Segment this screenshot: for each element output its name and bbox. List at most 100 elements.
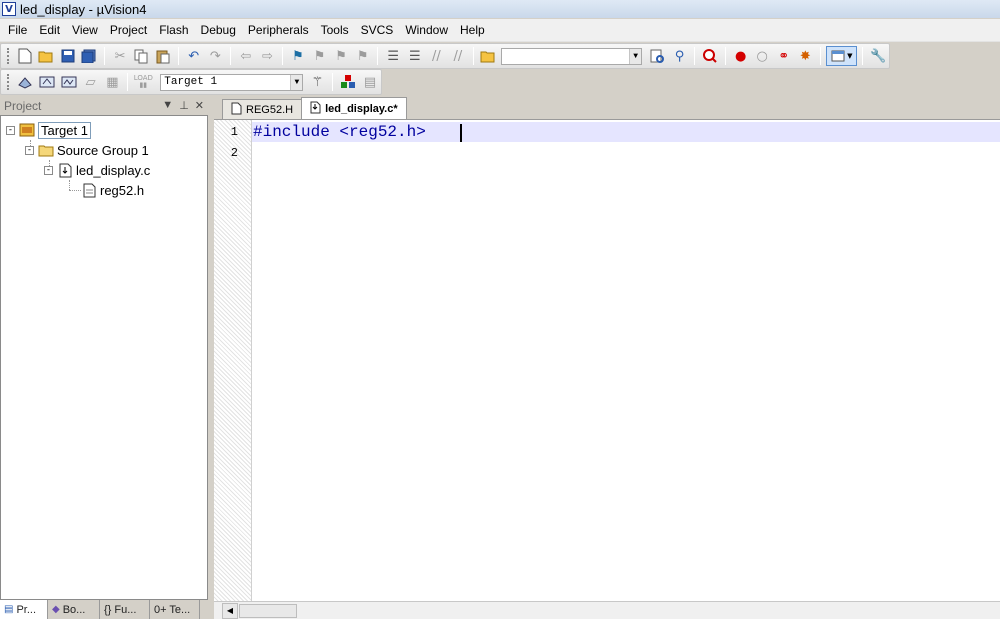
navigate-back-icon[interactable]: ⇦ [236, 46, 256, 66]
save-all-icon[interactable] [80, 46, 100, 66]
tree-connector [69, 190, 81, 191]
incremental-find-icon[interactable]: ⚲ [670, 46, 690, 66]
project-panel-header: Project ▼ ⊥ ✕ [0, 97, 208, 114]
find-in-files-icon[interactable] [479, 46, 499, 66]
menu-project[interactable]: Project [104, 19, 153, 42]
paste-icon[interactable] [153, 46, 173, 66]
indent-icon[interactable]: ☰ [383, 46, 403, 66]
next-bookmark-icon[interactable]: ⚑ [331, 46, 351, 66]
menu-edit[interactable]: Edit [33, 19, 66, 42]
kill-breakpoints-icon[interactable]: ✸ [796, 46, 816, 66]
scroll-left-arrow-icon[interactable]: ◀ [222, 602, 238, 619]
tab-led-display-c[interactable]: led_display.c* [301, 97, 407, 119]
find-combo[interactable]: ▼ [501, 47, 643, 65]
tree-item-source-group-1[interactable]: - Source Group 1 [25, 140, 149, 160]
configure-wrench-icon[interactable]: 🔧 [868, 46, 888, 66]
rebuild-icon[interactable] [59, 72, 79, 92]
panel-bottom-tabs: ▤ Pr... ◆ Bo... {} Fu... 0+ Te... [0, 600, 208, 619]
project-tab-icon: ▤ [4, 604, 14, 615]
tab-reg52-h[interactable]: REG52.H [222, 99, 303, 119]
menu-debug[interactable]: Debug [195, 19, 242, 42]
c-file-icon [57, 162, 73, 178]
toolbar-separator [820, 47, 822, 65]
menu-peripherals[interactable]: Peripherals [242, 19, 315, 42]
menu-tools[interactable]: Tools [315, 19, 355, 42]
line-number-gutter[interactable]: 1 2 [214, 120, 252, 602]
tree-item-reg52-h[interactable]: reg52.h [81, 180, 144, 200]
download-load-icon[interactable]: LOAD ▮▮ [133, 72, 153, 92]
code-line[interactable]: #include <reg52.h> [253, 123, 426, 141]
tab-books[interactable]: ◆ Bo... [48, 600, 100, 619]
bookmark-flag-icon[interactable]: ⚑ [288, 46, 308, 66]
manage-project-items-icon[interactable] [338, 72, 358, 92]
toolbar-separator [177, 47, 179, 65]
menu-svcs[interactable]: SVCS [355, 19, 400, 42]
tab-label: REG52.H [246, 103, 294, 116]
panel-menu-chevron-down-icon[interactable]: ▼ [162, 99, 173, 112]
select-packs-icon[interactable]: ▤ [360, 72, 380, 92]
close-icon[interactable]: ✕ [195, 99, 204, 112]
toolbar-separator [104, 47, 106, 65]
translate-icon[interactable] [15, 72, 35, 92]
start-debug-icon[interactable] [700, 46, 720, 66]
tree-item-label: Target 1 [38, 121, 91, 139]
text-caret [460, 124, 462, 142]
pin-icon[interactable]: ⊥ [179, 99, 189, 112]
toolbar-separator [377, 47, 379, 65]
tab-project[interactable]: ▤ Pr... [0, 600, 48, 619]
build-toolbar: ▱ ▦ LOAD ▮▮ Target 1 ▼ ⚚ ▤ [0, 69, 382, 95]
save-icon[interactable] [58, 46, 78, 66]
chevron-down-icon[interactable]: ▼ [290, 74, 303, 90]
editor-tab-strip: REG52.H led_display.c* [214, 97, 1000, 119]
redo-icon[interactable]: ↷ [205, 46, 225, 66]
cut-icon[interactable]: ✂ [110, 46, 130, 66]
chevron-down-icon[interactable]: ▼ [629, 48, 642, 64]
tree-item-led-display-c[interactable]: - led_display.c [44, 160, 150, 180]
folder-icon [38, 142, 54, 158]
stop-build-icon[interactable]: ▦ [103, 72, 123, 92]
header-file-icon [81, 182, 97, 198]
batch-build-icon[interactable]: ▱ [81, 72, 101, 92]
toolbar-separator [472, 47, 474, 65]
scrollbar-thumb[interactable] [239, 603, 297, 618]
editor-horizontal-scrollbar[interactable]: ◀ [214, 601, 1000, 619]
title-bar: V led_display - µVision4 [0, 0, 1000, 18]
prev-bookmark-icon[interactable]: ⚑ [310, 46, 330, 66]
file-toolbar: ✂ ↶ ↷ ⇦ ⇨ ⚑ ⚑ ⚑ ⚑ ☰ ☰ // // ▼ ⚲ ● ○ ⚭ ✸ … [0, 43, 890, 69]
menu-flash[interactable]: Flash [153, 19, 194, 42]
navigate-forward-icon[interactable]: ⇨ [258, 46, 278, 66]
menu-view[interactable]: View [66, 19, 104, 42]
disable-breakpoints-icon[interactable]: ⚭ [774, 46, 794, 66]
tab-functions[interactable]: {} Fu... [100, 600, 150, 619]
menu-help[interactable]: Help [454, 19, 491, 42]
collapse-toggle-icon[interactable]: - [44, 165, 53, 175]
clear-bookmarks-icon[interactable]: ⚑ [353, 46, 373, 66]
toolbar-grip[interactable] [7, 48, 10, 64]
open-folder-icon[interactable] [37, 46, 57, 66]
tab-templates[interactable]: 0+ Te... [150, 600, 200, 619]
menu-bar: File Edit View Project Flash Debug Perip… [0, 19, 1000, 42]
comment-icon[interactable]: // [427, 46, 447, 66]
window-title: led_display - µVision4 [20, 1, 147, 17]
code-editor[interactable]: 1 2 #include <reg52.h> [214, 119, 1000, 602]
target-options-magic-wand-icon[interactable]: ⚚ [307, 72, 327, 92]
tree-connector [69, 180, 70, 190]
find-icon[interactable] [648, 46, 668, 66]
unindent-icon[interactable]: ☰ [405, 46, 425, 66]
project-tree-panel: - Target 1 - Source Group 1 - led_displa… [0, 115, 208, 600]
uncomment-icon[interactable]: // [448, 46, 468, 66]
copy-icon[interactable] [132, 46, 152, 66]
insert-breakpoint-icon[interactable]: ● [731, 46, 751, 66]
toolbar-grip[interactable] [7, 74, 10, 90]
target-select[interactable]: Target 1 ▼ [160, 73, 304, 91]
enable-breakpoint-icon[interactable]: ○ [752, 46, 772, 66]
window-layout-button[interactable]: ▼ [826, 46, 858, 66]
build-icon[interactable] [37, 72, 57, 92]
undo-icon[interactable]: ↶ [184, 46, 204, 66]
new-file-icon[interactable] [15, 46, 35, 66]
collapse-toggle-icon[interactable]: - [25, 145, 34, 155]
tree-item-target-1[interactable]: - Target 1 [6, 120, 91, 140]
menu-window[interactable]: Window [399, 19, 454, 42]
collapse-toggle-icon[interactable]: - [6, 125, 15, 135]
menu-file[interactable]: File [2, 19, 33, 42]
